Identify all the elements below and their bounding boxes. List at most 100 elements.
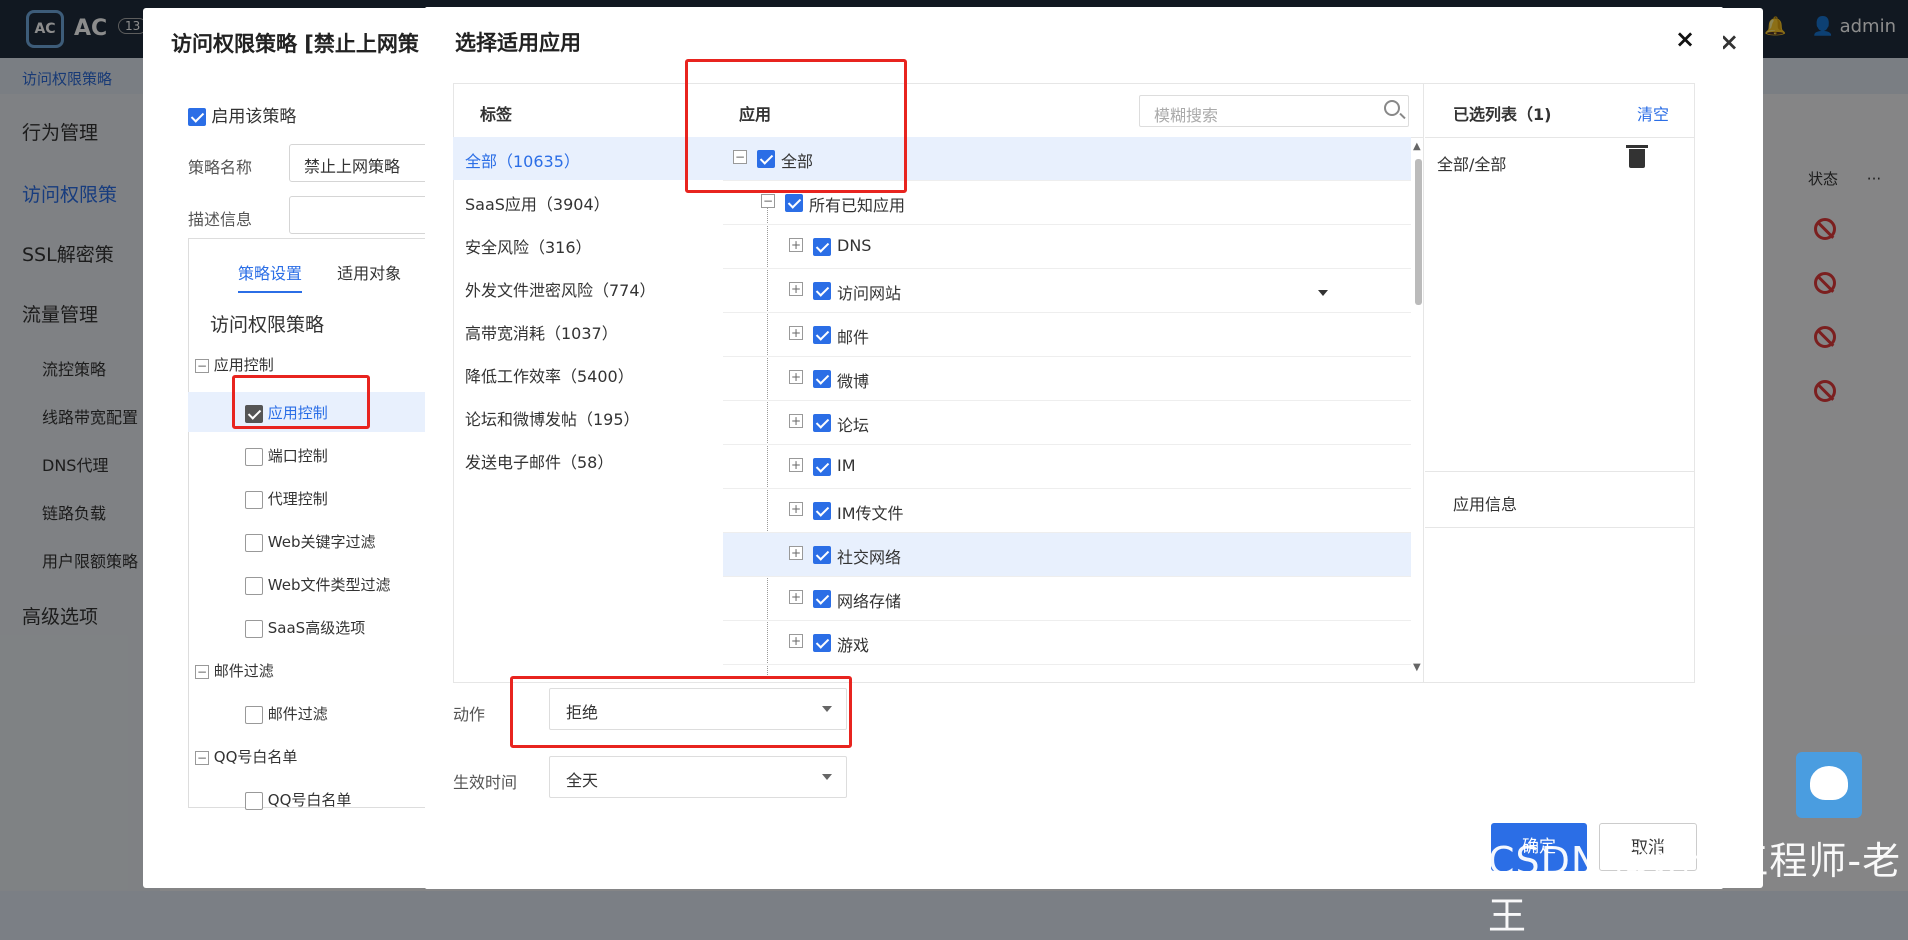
policy-tabs: 策略设置 适用对象 xyxy=(238,260,401,293)
expand-icon[interactable]: + xyxy=(789,546,803,560)
description-label: 描述信息 xyxy=(188,210,253,229)
checkbox-icon[interactable] xyxy=(813,282,831,300)
checkbox-icon[interactable] xyxy=(245,619,263,638)
tag-column-header: 标签 xyxy=(480,105,513,124)
expand-icon[interactable]: + xyxy=(789,370,803,384)
enable-policy-checkbox[interactable]: 启用该策略 xyxy=(188,102,296,127)
tree-item-label: 代理控制 xyxy=(267,490,328,508)
tab-target[interactable]: 适用对象 xyxy=(337,264,401,283)
info-header-divider xyxy=(1425,527,1695,528)
tree-item-web-keyword[interactable]: Web关键字过滤 xyxy=(245,531,376,552)
app-label: 论坛 xyxy=(837,416,870,435)
app-row-social[interactable]: + 社交网络 xyxy=(723,533,1411,577)
checkbox-icon[interactable] xyxy=(813,370,831,388)
section-title: 访问权限策略 xyxy=(210,314,325,336)
tag-item[interactable]: 安全风险（316） xyxy=(453,223,723,266)
tree-group-qq[interactable]: − QQ号白名单 xyxy=(195,746,297,767)
select-app-dialog: 选择适用应用 × 标签 应用 模糊搜索 全部（10635） SaaS应用（390… xyxy=(425,7,1723,889)
assistant-robot-icon[interactable] xyxy=(1796,752,1862,818)
checkbox-icon[interactable] xyxy=(188,108,206,126)
tag-item[interactable]: 论坛和微博发帖（195） xyxy=(453,395,723,438)
tag-item[interactable]: SaaS应用（3904） xyxy=(453,180,723,223)
tag-item[interactable]: 高带宽消耗（1037） xyxy=(453,309,723,352)
checkbox-icon[interactable] xyxy=(813,546,831,564)
app-row-mail[interactable]: + 邮件 xyxy=(723,313,1411,357)
checkbox-icon[interactable] xyxy=(813,458,831,476)
expand-icon[interactable]: + xyxy=(789,282,803,296)
app-row-im[interactable]: + IM xyxy=(723,445,1411,489)
chevron-down-icon xyxy=(822,774,832,780)
scrollbar-thumb[interactable] xyxy=(1415,159,1422,305)
watermark: CSDN @网云工程师-老王 xyxy=(1488,839,1902,938)
checkbox-icon[interactable] xyxy=(245,576,263,595)
chevron-down-icon[interactable] xyxy=(1318,290,1328,296)
search-icon[interactable] xyxy=(1384,100,1400,116)
tree-item-saas[interactable]: SaaS高级选项 xyxy=(245,617,365,638)
scroll-down-icon[interactable]: ▼ xyxy=(1413,662,1421,673)
checkbox-icon[interactable] xyxy=(245,791,263,810)
collapse-icon[interactable]: − xyxy=(195,664,209,679)
checkbox-icon[interactable] xyxy=(813,634,831,652)
tag-item[interactable]: 全部（10635） xyxy=(453,137,723,180)
checkbox-icon[interactable] xyxy=(813,414,831,432)
trash-icon[interactable] xyxy=(1626,145,1648,168)
clear-link[interactable]: 清空 xyxy=(1637,101,1669,125)
tree-group-mail[interactable]: − 邮件过滤 xyxy=(195,660,274,681)
expand-icon[interactable]: + xyxy=(789,634,803,648)
expand-icon[interactable]: + xyxy=(789,590,803,604)
effective-time-select[interactable]: 全天 xyxy=(549,756,847,798)
checkbox-icon[interactable] xyxy=(813,502,831,520)
collapse-icon[interactable]: − xyxy=(195,750,209,765)
tree-group-app-control[interactable]: − 应用控制 xyxy=(195,354,274,375)
scroll-up-icon[interactable]: ▲ xyxy=(1413,141,1421,152)
tree-item-label: SaaS高级选项 xyxy=(267,619,366,637)
expand-icon[interactable]: + xyxy=(789,238,803,252)
app-row-game[interactable]: + 游戏 xyxy=(723,621,1411,665)
info-divider xyxy=(1425,471,1695,472)
checkbox-icon[interactable] xyxy=(813,326,831,344)
app-label: 社交网络 xyxy=(837,548,902,567)
app-label: 邮件 xyxy=(837,328,870,347)
search-placeholder: 模糊搜索 xyxy=(1154,106,1219,125)
app-label: 网络存储 xyxy=(837,592,902,611)
expand-icon[interactable]: + xyxy=(789,458,803,472)
close-icon[interactable]: × xyxy=(1675,25,1695,53)
tree-item-port-control[interactable]: 端口控制 xyxy=(245,445,328,466)
checkbox-icon[interactable] xyxy=(813,238,831,256)
app-row-forum[interactable]: + 论坛 xyxy=(723,401,1411,445)
checkbox-icon[interactable] xyxy=(245,490,263,509)
expand-icon[interactable]: + xyxy=(789,414,803,428)
tree-item-web-filetype[interactable]: Web文件类型过滤 xyxy=(245,574,391,595)
tag-item[interactable]: 发送电子邮件（58） xyxy=(453,438,723,481)
checkbox-icon[interactable] xyxy=(245,447,263,466)
tag-item[interactable]: 外发文件泄密风险（774） xyxy=(453,266,723,309)
collapse-icon[interactable]: − xyxy=(761,194,775,208)
app-tree-scrollbar[interactable]: ▲ ▼ xyxy=(1413,141,1423,673)
annotation-red-box xyxy=(232,375,370,429)
app-row-dns[interactable]: + DNS xyxy=(723,225,1411,269)
expand-icon[interactable]: + xyxy=(789,326,803,340)
tree-item-mail[interactable]: 邮件过滤 xyxy=(245,703,328,724)
checkbox-icon[interactable] xyxy=(813,590,831,608)
checkbox-icon[interactable] xyxy=(245,533,263,552)
app-label: IM xyxy=(837,456,856,475)
tree-item-qq[interactable]: QQ号白名单 xyxy=(245,789,351,810)
app-row-weibo[interactable]: + 微博 xyxy=(723,357,1411,401)
app-row-web[interactable]: + 访问网站 xyxy=(723,269,1411,313)
expand-icon[interactable]: + xyxy=(789,502,803,516)
app-tree: − 全部 − 所有已知应用 + DNS + 访问网站 + 邮件 + 微博 + 论… xyxy=(723,137,1411,677)
tag-list: 全部（10635） SaaS应用（3904） 安全风险（316） 外发文件泄密风… xyxy=(453,137,723,481)
checkbox-icon[interactable] xyxy=(785,194,803,212)
tab-policy-settings[interactable]: 策略设置 xyxy=(238,264,303,293)
column-divider xyxy=(1423,83,1424,683)
app-row-storage[interactable]: + 网络存储 xyxy=(723,577,1411,621)
selected-item: 全部/全部 xyxy=(1437,155,1507,174)
annotation-red-box xyxy=(510,676,852,748)
tree-item-proxy-control[interactable]: 代理控制 xyxy=(245,488,328,509)
tag-item[interactable]: 降低工作效率（5400） xyxy=(453,352,723,395)
tree-item-label: 邮件过滤 xyxy=(267,705,328,723)
app-row-im-file[interactable]: + IM传文件 xyxy=(723,489,1411,533)
search-input[interactable]: 模糊搜索 xyxy=(1139,95,1409,127)
checkbox-icon[interactable] xyxy=(245,705,263,724)
collapse-icon[interactable]: − xyxy=(195,358,209,373)
